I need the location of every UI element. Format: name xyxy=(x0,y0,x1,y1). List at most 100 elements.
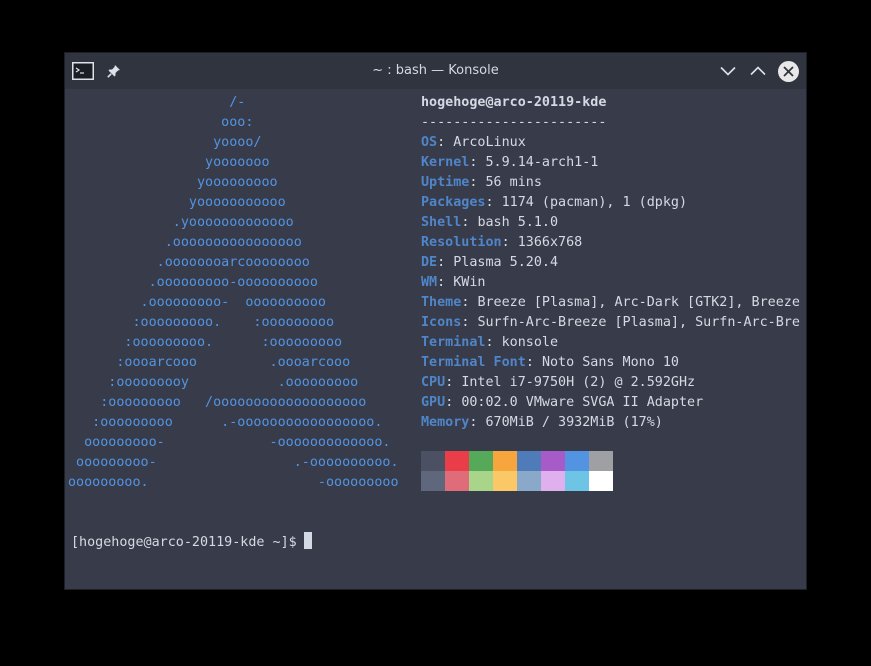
info-value: Intel i7-9750H (2) @ 2.592GHz xyxy=(461,375,696,390)
info-line: CPU: Intel i7-9750H (2) @ 2.592GHz xyxy=(421,373,800,393)
logo-line: :ooooooooo .-ooooooooooooooooo. xyxy=(68,415,383,430)
logo-line: yooooooooooo xyxy=(68,195,286,210)
logo-line: yoooo/ xyxy=(68,135,262,150)
info-key: Resolution xyxy=(421,235,502,250)
logo-line: yooooooo xyxy=(68,155,270,170)
info-value: Breeze [Plasma], Arc-Dark [GTK2], Breeze xyxy=(477,295,800,310)
info-key: Kernel xyxy=(421,155,470,170)
info-colon: : xyxy=(469,155,486,170)
info-line: Memory: 670MiB / 3932MiB (17%) xyxy=(421,413,800,433)
info-colon: : xyxy=(461,295,478,310)
info-value: 56 mins xyxy=(485,175,542,190)
info-key: Terminal xyxy=(421,335,486,350)
logo-line: .oooooooarcoooooooo xyxy=(68,255,310,270)
logo-line: :ooooooooo. :ooooooooo xyxy=(68,335,343,350)
info-value: Noto Sans Mono 10 xyxy=(541,355,679,370)
info-line: Theme: Breeze [Plasma], Arc-Dark [GTK2],… xyxy=(421,293,800,313)
info-colon: : xyxy=(461,315,478,330)
chevron-up-icon[interactable] xyxy=(745,53,771,89)
info-colon: : xyxy=(485,195,502,210)
prompt-text: [hogehoge@arco-20119-kde ~]$ xyxy=(71,535,297,550)
info-key: Icons xyxy=(421,315,462,330)
info-key: DE xyxy=(421,255,438,270)
info-colon: : xyxy=(437,135,454,150)
info-line: GPU: 00:02.0 VMware SVGA II Adapter xyxy=(421,393,800,413)
color-palette xyxy=(421,451,613,491)
info-line: Resolution: 1366x768 xyxy=(421,233,800,253)
chevron-down-icon[interactable] xyxy=(715,53,741,89)
info-colon: : xyxy=(445,395,462,410)
info-line: Terminal: konsole xyxy=(421,333,800,353)
color-swatch xyxy=(565,471,589,491)
info-line: OS: ArcoLinux xyxy=(421,133,800,153)
info-colon: : xyxy=(437,255,454,270)
info-line: DE: Plasma 5.20.4 xyxy=(421,253,800,273)
user-host: hogehoge@arco-20119-kde xyxy=(421,95,607,110)
info-key: WM xyxy=(421,275,438,290)
color-swatch xyxy=(421,471,445,491)
info-value: Surfn-Arc-Breeze [Plasma], Surfn-Arc-Bre xyxy=(477,315,800,330)
info-key: CPU xyxy=(421,375,446,390)
shell-prompt[interactable]: [hogehoge@arco-20119-kde ~]$ xyxy=(71,532,312,552)
logo-line: ooo: xyxy=(68,115,254,130)
info-colon: : xyxy=(437,275,454,290)
terminal-area[interactable]: /- ooo: yoooo/ yooooooo yooooooooo yoooo… xyxy=(65,89,806,589)
color-swatch xyxy=(565,451,589,471)
logo-line: /- xyxy=(68,95,246,110)
info-key: OS xyxy=(421,135,438,150)
color-swatch xyxy=(517,451,541,471)
window-title: ~ : bash — Konsole xyxy=(372,63,499,78)
color-swatch xyxy=(469,451,493,471)
logo-line: .oooooooooooooooo xyxy=(68,235,302,250)
logo-line: :oooarcooo .oooarcooo xyxy=(68,355,351,370)
info-line: WM: KWin xyxy=(421,273,800,293)
info-colon: : xyxy=(469,175,486,190)
color-swatch xyxy=(493,451,517,471)
color-swatch xyxy=(517,471,541,491)
palette-row-bright xyxy=(421,471,613,491)
info-colon: : xyxy=(485,335,502,350)
info-value: ArcoLinux xyxy=(453,135,526,150)
info-value: 00:02.0 VMware SVGA II Adapter xyxy=(461,395,704,410)
text-cursor xyxy=(303,532,312,549)
color-swatch xyxy=(541,471,565,491)
info-key: GPU xyxy=(421,395,446,410)
info-line: Kernel: 5.9.14-arch1-1 xyxy=(421,153,800,173)
info-value: 5.9.14-arch1-1 xyxy=(485,155,599,170)
info-line: Terminal Font: Noto Sans Mono 10 xyxy=(421,353,800,373)
system-info: hogehoge@arco-20119-kde ----------------… xyxy=(421,93,800,433)
logo-line: :ooooooooo. :ooooooooo xyxy=(68,315,335,330)
logo-line: :ooooooooy .ooooooooo xyxy=(68,375,359,390)
info-value: 1366x768 xyxy=(517,235,583,250)
info-value: konsole xyxy=(501,335,559,350)
info-colon: : xyxy=(525,355,542,370)
info-key: Packages xyxy=(421,195,486,210)
logo-line: .yooooooooooooo xyxy=(68,215,294,230)
info-line: Icons: Surfn-Arc-Breeze [Plasma], Surfn-… xyxy=(421,313,800,333)
info-colon: : xyxy=(501,235,518,250)
palette-row-normal xyxy=(421,451,613,471)
color-swatch xyxy=(589,471,613,491)
color-swatch xyxy=(493,471,517,491)
info-line: Shell: bash 5.1.0 xyxy=(421,213,800,233)
logo-line: ooooooooo. -ooooooooo xyxy=(68,475,399,490)
logo-line: ooooooooo- .-oooooooooo. xyxy=(68,455,399,470)
info-key: Memory xyxy=(421,415,470,430)
info-colon: : xyxy=(469,415,486,430)
konsole-window: ~ : bash — Konsole /- ooo: yoooo/ yooooo… xyxy=(65,53,806,589)
arco-ascii-logo: /- ooo: yoooo/ yooooooo yooooooooo yoooo… xyxy=(68,93,399,493)
title-bar[interactable]: ~ : bash — Konsole xyxy=(65,53,806,89)
info-value: Plasma 5.20.4 xyxy=(453,255,559,270)
logo-line: .ooooooooo- oooooooooo xyxy=(68,295,326,310)
color-swatch xyxy=(421,451,445,471)
info-colon: : xyxy=(445,375,462,390)
logo-line: ooooooooo- -ooooooooooooo. xyxy=(68,435,391,450)
close-icon[interactable] xyxy=(775,53,801,89)
color-swatch xyxy=(541,451,565,471)
info-value: KWin xyxy=(453,275,486,290)
info-key: Terminal Font xyxy=(421,355,526,370)
info-key: Uptime xyxy=(421,175,470,190)
info-line: Uptime: 56 mins xyxy=(421,173,800,193)
info-key: Shell xyxy=(421,215,462,230)
info-value: 670MiB / 3932MiB (17%) xyxy=(485,415,663,430)
